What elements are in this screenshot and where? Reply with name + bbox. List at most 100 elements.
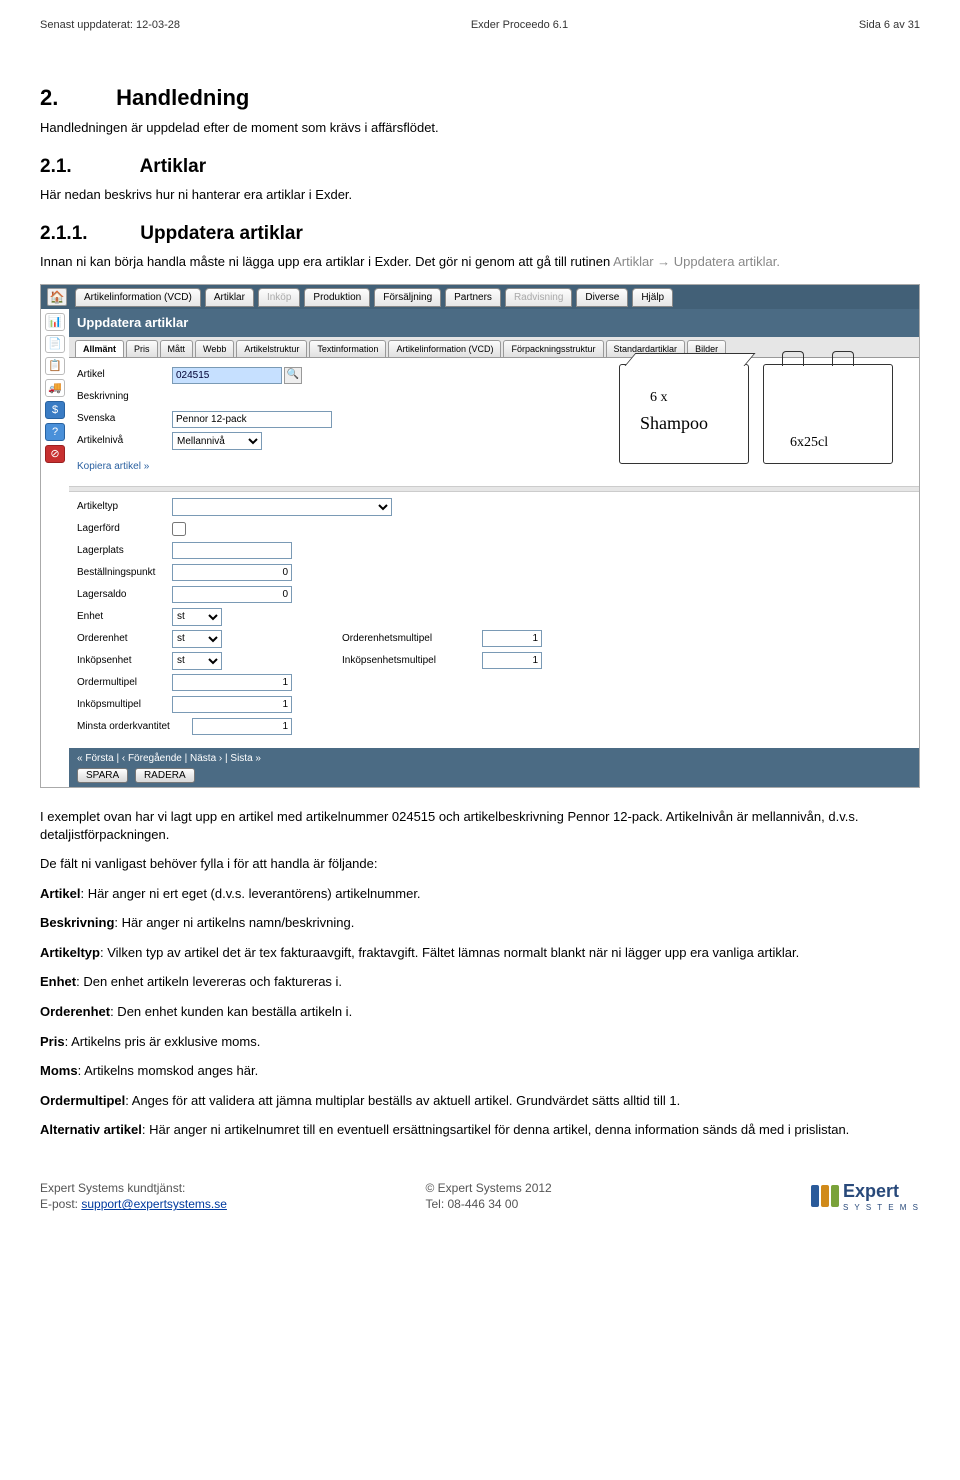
example-paragraph: I exemplet ovan har vi lagt upp en artik… [40,808,920,843]
top-tab[interactable]: Inköp [258,288,300,308]
sub-tab-allmant[interactable]: Allmänt [75,340,124,357]
side-icon[interactable]: 📄 [45,335,65,353]
body-text: I exemplet ovan har vi lagt upp en artik… [40,808,920,1139]
fields-intro: De fält ni vanligast behöver fylla i för… [40,855,920,873]
inkopsenhetsmult-input[interactable] [482,652,542,669]
sub-tab-matt[interactable]: Mått [160,340,194,357]
top-tab[interactable]: Försäljning [374,288,441,308]
orderenhetsmult-label: Orderenhetsmultipel [342,632,482,646]
orderenhetsmult-input[interactable] [482,630,542,647]
artikel-label: Artikel [77,368,172,382]
side-icon[interactable]: $ [45,401,65,419]
typ-label: Artikeltyp [77,500,172,514]
box-illustration: 6 x Shampoo [619,364,749,464]
search-icon[interactable]: 🔍 [284,367,302,384]
ordermultipel-label: Ordermultipel [77,676,172,690]
svenska-input[interactable] [172,411,332,428]
document-header: Senast uppdaterat: 12-03-28 Exder Procee… [40,18,920,33]
niva-label: Artikelnivå [77,434,172,448]
svenska-label: Svenska [77,412,172,426]
lagersaldo-input[interactable] [172,586,292,603]
subsubsection-text: Innan ni kan börja handla måste ni lägga… [40,253,920,271]
sub-tab-forpackning[interactable]: Förpackningsstruktur [503,340,603,357]
field-desc: Pris: Artikelns pris är exklusive moms. [40,1033,920,1051]
field-desc: Beskrivning: Här anger ni artikelns namn… [40,914,920,932]
field-desc: Enhet: Den enhet artikeln levereras och … [40,973,920,991]
route-hint: Artiklar → Uppdatera artiklar. [613,254,780,269]
bestallpkt-input[interactable] [172,564,292,581]
footer-copyright: © Expert Systems 2012 [426,1180,812,1196]
subsubsection-heading: 2.1.1. Uppdatera artiklar [40,221,920,247]
typ-select[interactable] [172,498,392,516]
niva-select[interactable]: Mellannivå [172,432,262,450]
side-icon[interactable]: 📋 [45,357,65,375]
enhet-select[interactable]: st [172,608,222,626]
minsta-label: Minsta orderkvantitet [77,720,192,734]
sub-tab-webb[interactable]: Webb [195,340,234,357]
panel-title: Uppdatera artiklar [69,309,919,337]
orderenhet-select[interactable]: st [172,630,222,648]
section-intro: Handledningen är uppdelad efter de momen… [40,119,920,137]
top-tab[interactable]: Produktion [304,288,370,308]
app-top-tabbar: 🏠 Artikelinformation (VCD) Artiklar Inkö… [41,285,919,309]
subsection-heading: 2.1. Artiklar [40,154,920,180]
side-toolbar: 📊 📄 📋 🚚 $ ? ⊘ [41,309,69,787]
logo-mark-icon [811,1185,839,1207]
minsta-input[interactable] [192,718,292,735]
subsection-number: 2.1. [40,154,135,180]
section-title: Handledning [116,85,249,110]
field-desc: Ordermultipel: Anges för att validera at… [40,1092,920,1110]
inkopsenhet-select[interactable]: st [172,652,222,670]
top-tab[interactable]: Artiklar [205,288,254,308]
top-tab[interactable]: Diverse [576,288,628,308]
paging-links[interactable]: « Första | ‹ Föregående | Nästa › | Sist… [77,752,911,766]
save-button[interactable]: SPARA [77,768,128,783]
side-icon[interactable]: 📊 [45,313,65,331]
app-screenshot: 🏠 Artikelinformation (VCD) Artiklar Inkö… [40,284,920,788]
top-tab[interactable]: Hjälp [632,288,673,308]
side-icon[interactable]: ? [45,423,65,441]
inkopsenhetsmult-label: Inköpsenhetsmultipel [342,654,482,668]
bottles-illustration: 6x25cl [763,364,893,464]
page-number: Sida 6 av 31 [859,18,920,33]
lagerplats-label: Lagerplats [77,544,172,558]
section-number: 2. [40,83,110,113]
last-updated: Senast uppdaterat: 12-03-28 [40,18,180,33]
ordermultipel-input[interactable] [172,674,292,691]
field-desc: Moms: Artikelns momskod anges här. [40,1062,920,1080]
top-tab[interactable]: Artikelinformation (VCD) [75,288,201,308]
sub-tab-struktur[interactable]: Artikelstruktur [236,340,307,357]
subsection-title: Artiklar [140,156,207,177]
beskrivning-label: Beskrivning [77,390,172,404]
delete-button[interactable]: RADERA [135,768,195,783]
home-icon[interactable]: 🏠 [47,288,67,306]
enhet-label: Enhet [77,610,172,624]
field-desc: Orderenhet: Den enhet kunden kan beställ… [40,1003,920,1021]
copy-article-link[interactable]: Kopiera artikel » [77,454,149,480]
subsubsection-number: 2.1.1. [40,221,135,247]
sub-tab-textinfo[interactable]: Textinformation [309,340,386,357]
inkopsenhet-label: Inköpsenhet [77,654,172,668]
subsection-text: Här nedan beskrivs hur ni hanterar era a… [40,186,920,204]
footer-support-label: Expert Systems kundtjänst: [40,1180,426,1196]
support-email-link[interactable]: support@expertsystems.se [81,1197,227,1211]
expert-logo: Expert S Y S T E M S [811,1179,920,1214]
lagerplats-input[interactable] [172,542,292,559]
side-icon[interactable]: 🚚 [45,379,65,397]
inkopsmultipel-input[interactable] [172,696,292,713]
footer-phone: Tel: 08-446 34 00 [426,1196,812,1212]
field-desc: Artikel: Här anger ni ert eget (d.v.s. l… [40,885,920,903]
sub-tab-vcd[interactable]: Artikelinformation (VCD) [388,340,501,357]
top-tab[interactable]: Radvisning [505,288,572,308]
section-heading: 2. Handledning [40,83,920,113]
top-tab[interactable]: Partners [445,288,501,308]
subsubsection-title: Uppdatera artiklar [140,223,303,244]
lagerford-label: Lagerförd [77,522,172,536]
side-icon[interactable]: ⊘ [45,445,65,463]
lagerford-checkbox[interactable] [172,522,186,536]
lagersaldo-label: Lagersaldo [77,588,172,602]
orderenhet-label: Orderenhet [77,632,172,646]
artikel-input[interactable] [172,367,282,384]
field-desc: Alternativ artikel: Här anger ni artikel… [40,1121,920,1139]
sub-tab-pris[interactable]: Pris [126,340,158,357]
